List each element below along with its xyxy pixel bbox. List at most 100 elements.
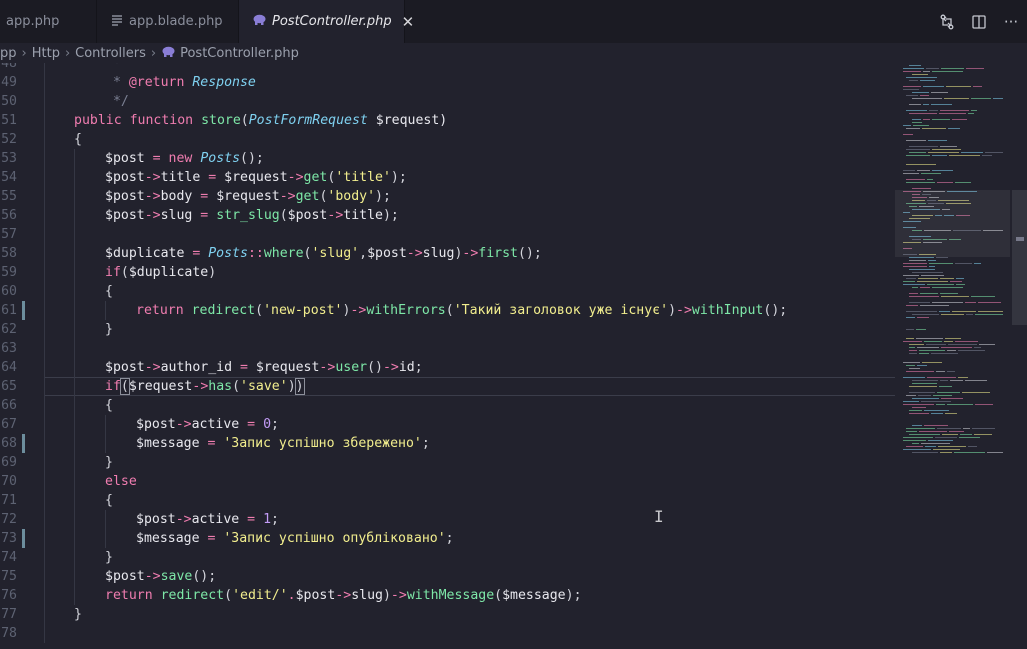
tab-app-blade-php[interactable]: app.blade.php bbox=[97, 0, 239, 43]
code-line[interactable]: 55 $post->body = $request->get('body'); bbox=[0, 187, 895, 206]
code-line[interactable]: 56 $post->slug = str_slug($post->title); bbox=[0, 206, 895, 225]
code-token: = bbox=[144, 151, 169, 166]
php-elephant-icon bbox=[161, 46, 175, 61]
code-line[interactable]: 68 $message = 'Запис успішно збережено'; bbox=[0, 434, 895, 453]
code-line[interactable]: 62} bbox=[0, 320, 895, 339]
tab-app-php[interactable]: app.php bbox=[0, 0, 97, 43]
code-text: */ bbox=[105, 92, 129, 111]
code-line[interactable]: 74} bbox=[0, 548, 895, 567]
code-token: -> bbox=[144, 360, 161, 375]
minimap-stroke bbox=[924, 341, 942, 342]
minimap-stroke bbox=[939, 311, 950, 312]
code-line[interactable]: 57 bbox=[0, 225, 895, 244]
minimap-stroke bbox=[975, 314, 1003, 315]
close-icon[interactable]: ✕ bbox=[402, 13, 415, 31]
compare-changes-icon[interactable] bbox=[931, 9, 963, 35]
minimap-stroke bbox=[903, 449, 931, 450]
minimap-stroke bbox=[909, 392, 935, 393]
minimap-stroke bbox=[933, 449, 960, 450]
minimap-stroke bbox=[912, 98, 942, 99]
code-line[interactable]: 77} bbox=[0, 605, 895, 624]
code-text: $post->active = 1; bbox=[136, 510, 279, 529]
code-token: slug bbox=[160, 208, 193, 223]
code-line[interactable]: 53 $post = new Posts(); bbox=[0, 149, 895, 168]
code-token: 'new-post' bbox=[263, 303, 343, 318]
code-line[interactable]: 49 * @return Response bbox=[0, 73, 895, 92]
code-text: { bbox=[105, 282, 113, 301]
tab-label: PostController.php bbox=[272, 14, 392, 29]
code-line[interactable]: 66 { bbox=[0, 396, 895, 415]
code-line[interactable]: 64 $post->author_id = $request->user()->i… bbox=[0, 358, 895, 377]
code-line[interactable]: 58 $duplicate = Posts::where('slug',$post… bbox=[0, 244, 895, 263]
code-token: id bbox=[398, 360, 415, 375]
code-text: $post->author_id = $request->user()->id; bbox=[105, 358, 423, 377]
minimap-stroke bbox=[963, 428, 970, 429]
code-token: ) bbox=[287, 379, 296, 394]
code-editor[interactable]: 48 * 49 * @return Response 50 */51 public f… bbox=[0, 63, 895, 649]
minimap[interactable] bbox=[895, 63, 1010, 458]
minimap-stroke bbox=[916, 329, 926, 330]
minimap-stroke bbox=[917, 281, 948, 282]
code-line[interactable]: 52 { bbox=[0, 130, 895, 149]
code-token: ); bbox=[390, 170, 407, 185]
text-cursor-icon: Ι bbox=[654, 507, 664, 526]
breadcrumb-item[interactable]: Controllers bbox=[75, 46, 146, 61]
minimap-stroke bbox=[920, 95, 929, 96]
minimap-stroke bbox=[965, 380, 987, 381]
code-line[interactable]: 69} bbox=[0, 453, 895, 472]
breadcrumb-item[interactable]: pp bbox=[0, 46, 17, 61]
code-token: -> bbox=[192, 379, 209, 394]
more-actions-icon[interactable]: ··· bbox=[995, 9, 1027, 35]
line-number: 67 bbox=[1, 417, 17, 432]
minimap-stroke bbox=[940, 110, 969, 111]
code-line[interactable]: 61 return redirect('new-post')->withError… bbox=[0, 301, 895, 320]
code-token: 'Такий заголовок уже існує' bbox=[453, 303, 669, 318]
code-line[interactable]: 48 * bbox=[0, 63, 895, 73]
code-token: . bbox=[287, 588, 296, 603]
code-line[interactable]: 70 else bbox=[0, 472, 895, 491]
code-line[interactable]: 65 if($request->has('save')) bbox=[0, 377, 895, 396]
minimap-stroke bbox=[903, 263, 927, 264]
vertical-scrollbar[interactable] bbox=[1012, 63, 1027, 649]
minimap-stroke bbox=[974, 434, 992, 435]
minimap-stroke bbox=[923, 86, 944, 87]
minimap-stroke bbox=[920, 80, 935, 81]
code-line[interactable]: 51 public function store(PostFormRequest … bbox=[0, 111, 895, 130]
minimap-stroke bbox=[974, 263, 981, 264]
code-token: get bbox=[303, 170, 328, 185]
code-text: } bbox=[105, 320, 113, 339]
scrollbar-thumb[interactable] bbox=[1012, 190, 1027, 325]
code-token: -> bbox=[350, 303, 367, 318]
breadcrumb-item[interactable]: PostController.php bbox=[180, 46, 299, 61]
code-line[interactable]: 75 $post->save(); bbox=[0, 567, 895, 586]
split-editor-icon[interactable] bbox=[963, 9, 995, 35]
code-line[interactable]: 73 $message = 'Запис успішно опубліковано… bbox=[0, 529, 895, 548]
minimap-stroke bbox=[909, 368, 920, 369]
code-token: 'slug' bbox=[311, 246, 360, 261]
code-line[interactable]: 63 bbox=[0, 339, 895, 358]
code-line[interactable]: 60 { bbox=[0, 282, 895, 301]
minimap-viewport[interactable] bbox=[895, 190, 1010, 257]
code-token: ) bbox=[208, 265, 217, 280]
code-line[interactable]: 59 if($duplicate) bbox=[0, 263, 895, 282]
minimap-stroke bbox=[903, 362, 920, 363]
line-number: 64 bbox=[1, 360, 17, 375]
code-line[interactable]: 76 return redirect('edit/'.$post->slug)->… bbox=[0, 586, 895, 605]
tab-postcontroller-php[interactable]: PostController.php ✕ bbox=[239, 0, 414, 43]
breadcrumb-item[interactable]: Http bbox=[32, 46, 60, 61]
code-line[interactable]: 67 $post->active = 0; bbox=[0, 415, 895, 434]
code-token: $request) bbox=[367, 113, 448, 128]
code-text: $duplicate = Posts::where('slug',$post->… bbox=[105, 244, 542, 263]
minimap-stroke bbox=[909, 113, 937, 114]
code-line[interactable]: 72 $post->active = 1; bbox=[0, 510, 895, 529]
code-line[interactable]: 54 $post->title = $request->get('title'); bbox=[0, 168, 895, 187]
minimap-stroke bbox=[937, 392, 960, 393]
code-line[interactable]: 50 */ bbox=[0, 92, 895, 111]
code-text: $message = 'Запис успішно опубліковано'; bbox=[136, 529, 454, 548]
indent-guide bbox=[74, 149, 75, 605]
minimap-stroke bbox=[923, 71, 930, 72]
minimap-stroke bbox=[912, 443, 919, 444]
code-line[interactable]: 71 { bbox=[0, 491, 895, 510]
code-line[interactable]: 78 bbox=[0, 624, 895, 643]
